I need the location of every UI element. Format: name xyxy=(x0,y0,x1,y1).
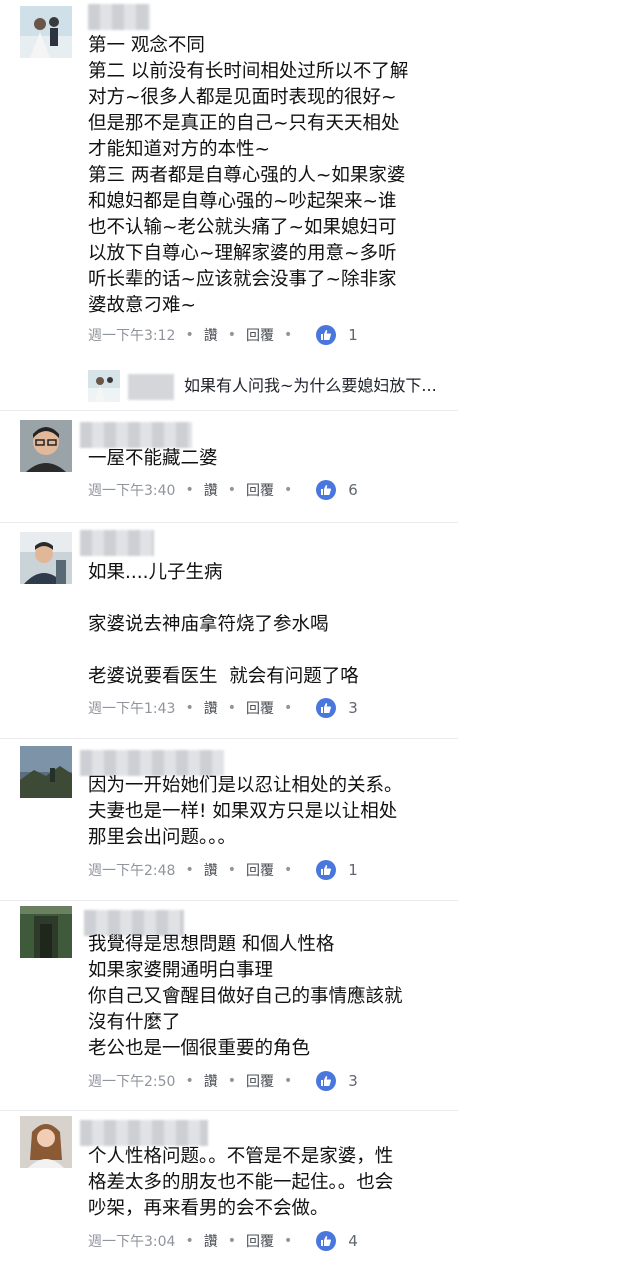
like-count: 1 xyxy=(348,861,358,879)
like-button[interactable]: 讚 xyxy=(204,698,218,718)
separator-dot: • xyxy=(227,327,236,343)
divider xyxy=(0,410,458,411)
timestamp[interactable]: 週一下午3:40 xyxy=(88,480,175,500)
timestamp[interactable]: 週一下午2:48 xyxy=(88,860,175,880)
thumbs-up-icon[interactable] xyxy=(316,480,337,500)
separator-dot: • xyxy=(283,862,293,878)
comment-text: 如果....儿子生病 家婆说去神庙拿符烧了参水喝 老婆说要看医生 就会有问题了咯 xyxy=(88,562,359,687)
like-button[interactable]: 讚 xyxy=(204,480,218,500)
like-count: 1 xyxy=(348,326,358,344)
avatar[interactable] xyxy=(20,746,72,798)
separator-dot: • xyxy=(283,327,293,343)
comment-meta: 週一下午2:50 • 讚 • 回覆 • 3 xyxy=(88,1069,358,1093)
comment-text: 因为一开始她们是以忍让相处的关系。 夫妻也是一样! 如果双方只是以让相处 那里会… xyxy=(88,775,403,848)
author-name-redacted[interactable] xyxy=(88,4,150,30)
comment-meta: 週一下午3:04 • 讚 • 回覆 • 4 xyxy=(88,1229,358,1253)
separator-dot: • xyxy=(185,482,194,498)
divider xyxy=(0,900,458,901)
thumbs-up-icon[interactable] xyxy=(316,325,337,345)
author-name-redacted[interactable] xyxy=(80,422,192,448)
like-count: 4 xyxy=(348,1232,358,1250)
thumbs-up-icon[interactable] xyxy=(316,1071,337,1091)
like-count: 3 xyxy=(348,1072,358,1090)
thumbs-up-icon[interactable] xyxy=(316,860,337,880)
like-button[interactable]: 讚 xyxy=(204,1071,218,1091)
thumbs-up-icon[interactable] xyxy=(316,698,337,718)
separator-dot: • xyxy=(185,862,194,878)
reply-button[interactable]: 回覆 xyxy=(246,1071,274,1091)
separator-dot: • xyxy=(227,482,236,498)
separator-dot: • xyxy=(185,1233,194,1249)
divider xyxy=(0,522,458,523)
comment-text: 第一 观念不同 第二 以前没有长时间相处过所以不了解 对方~很多人都是见面时表现… xyxy=(88,35,409,316)
like-count: 6 xyxy=(348,481,358,499)
reply-button[interactable]: 回覆 xyxy=(246,325,274,345)
like-button[interactable]: 讚 xyxy=(204,1231,218,1251)
author-name-redacted[interactable] xyxy=(128,374,174,400)
reply-button[interactable]: 回覆 xyxy=(246,480,274,500)
separator-dot: • xyxy=(227,1073,236,1089)
avatar[interactable] xyxy=(20,906,72,958)
comment-text: 个人性格问题。。不管是不是家婆，性 格差太多的朋友也不能一起住。。也会 吵架，再… xyxy=(88,1146,394,1219)
like-button[interactable]: 讚 xyxy=(204,325,218,345)
like-button[interactable]: 讚 xyxy=(204,860,218,880)
divider xyxy=(0,1110,458,1111)
separator-dot: • xyxy=(227,700,236,716)
timestamp[interactable]: 週一下午2:50 xyxy=(88,1071,175,1091)
reply-preview-text: 如果有人问我~为什么要媳妇放下... xyxy=(184,376,437,395)
separator-dot: • xyxy=(185,700,194,716)
reply-preview[interactable]: 如果有人问我~为什么要媳妇放下... xyxy=(88,368,568,404)
avatar[interactable] xyxy=(88,370,120,402)
timestamp[interactable]: 週一下午1:43 xyxy=(88,698,175,718)
separator-dot: • xyxy=(227,1233,236,1249)
separator-dot: • xyxy=(283,1073,293,1089)
author-name-redacted[interactable] xyxy=(80,530,154,556)
timestamp[interactable]: 週一下午3:04 xyxy=(88,1231,175,1251)
like-count: 3 xyxy=(348,699,358,717)
avatar[interactable] xyxy=(20,6,72,58)
avatar[interactable] xyxy=(20,1116,72,1168)
separator-dot: • xyxy=(283,1233,293,1249)
separator-dot: • xyxy=(185,1073,194,1089)
reply-button[interactable]: 回覆 xyxy=(246,860,274,880)
reply-button[interactable]: 回覆 xyxy=(246,698,274,718)
separator-dot: • xyxy=(227,862,236,878)
author-name-redacted[interactable] xyxy=(80,1120,208,1146)
avatar[interactable] xyxy=(20,532,72,584)
thumbs-up-icon[interactable] xyxy=(316,1231,337,1251)
comment-text: 一屋不能藏二婆 xyxy=(88,448,218,469)
reply-button[interactable]: 回覆 xyxy=(246,1231,274,1251)
comment-meta: 週一下午3:12 • 讚 • 回覆 • 1 xyxy=(88,323,358,347)
divider xyxy=(0,738,458,739)
avatar[interactable] xyxy=(20,420,72,472)
comment-meta: 週一下午1:43 • 讚 • 回覆 • 3 xyxy=(88,696,358,720)
separator-dot: • xyxy=(283,482,293,498)
separator-dot: • xyxy=(185,327,194,343)
timestamp[interactable]: 週一下午3:12 xyxy=(88,325,175,345)
comment-meta: 週一下午2:48 • 讚 • 回覆 • 1 xyxy=(88,858,358,882)
comment-text: 我覺得是思想問題 和個人性格 如果家婆開通明白事理 你自己又會醒目做好自己的事情… xyxy=(88,934,403,1059)
separator-dot: • xyxy=(283,700,293,716)
comment-meta: 週一下午3:40 • 讚 • 回覆 • 6 xyxy=(88,478,358,502)
